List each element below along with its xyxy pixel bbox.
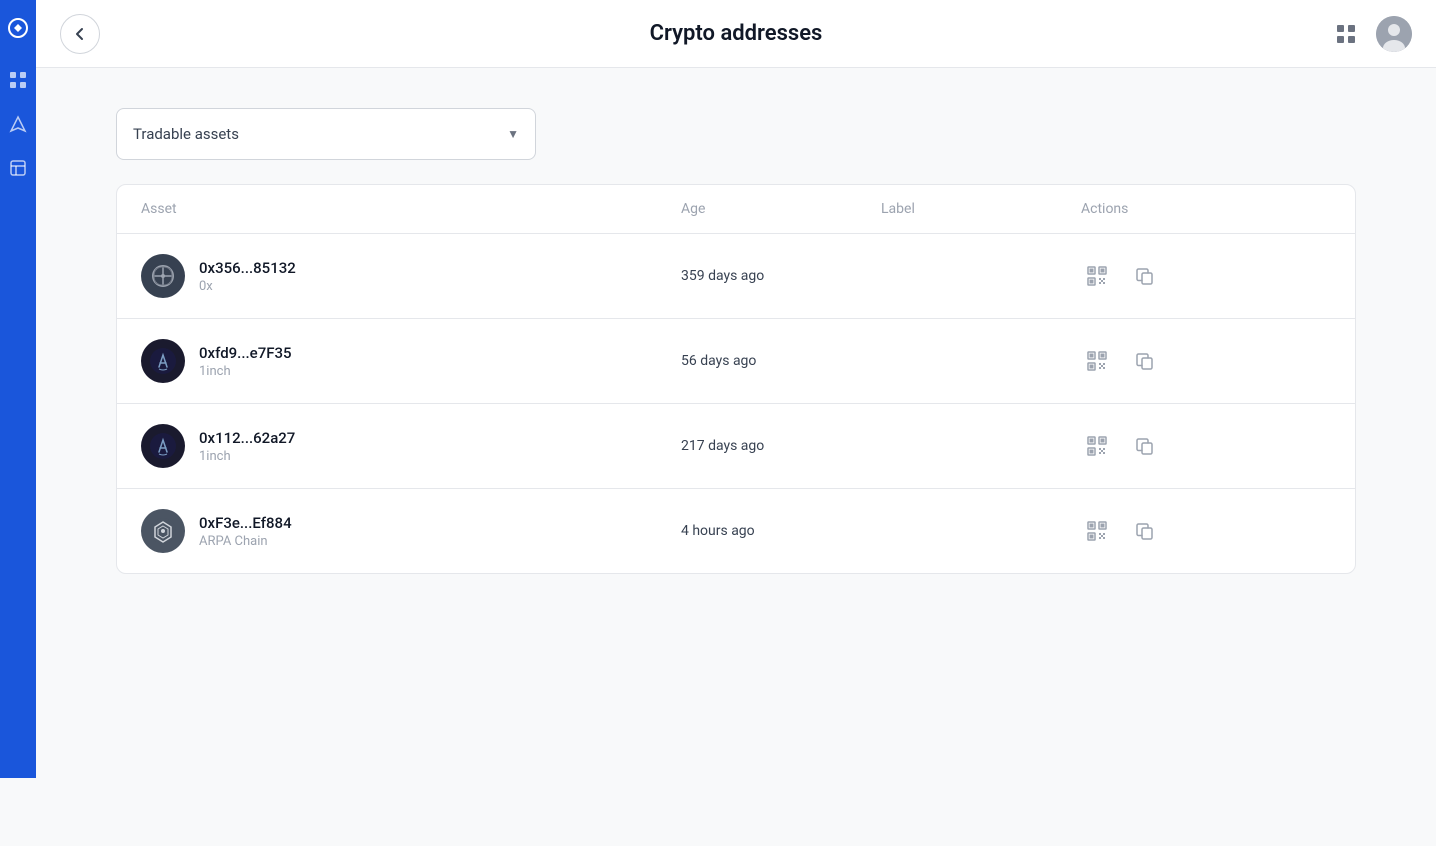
- asset-info-3: 0x112...62a27 1inch: [199, 429, 295, 464]
- actions-cell-3: [1081, 430, 1331, 462]
- column-age: Age: [681, 201, 881, 217]
- asset-icon-3: [141, 424, 185, 468]
- filter-container: Tradable assets ▼: [116, 108, 1356, 160]
- grid-icon-button[interactable]: [1328, 16, 1364, 52]
- actions-cell-4: [1081, 515, 1331, 547]
- table-row: 0x356...85132 0x 359 days ago: [117, 234, 1355, 319]
- asset-address-4: 0xF3e...Ef884: [199, 514, 292, 532]
- asset-icon-1: [141, 254, 185, 298]
- age-cell-2: 56 days ago: [681, 353, 881, 369]
- back-button[interactable]: [60, 14, 100, 54]
- page-title: Crypto addresses: [650, 21, 823, 46]
- qr-code-button-1[interactable]: [1081, 260, 1113, 292]
- asset-cell-3: 0x112...62a27 1inch: [141, 424, 681, 468]
- copy-button-3[interactable]: [1129, 430, 1161, 462]
- qr-code-button-4[interactable]: [1081, 515, 1113, 547]
- column-actions: Actions: [1081, 201, 1331, 217]
- column-asset: Asset: [141, 201, 681, 217]
- qr-code-button-2[interactable]: [1081, 345, 1113, 377]
- asset-address-1: 0x356...85132: [199, 259, 296, 277]
- table-row: 0xfd9...e7F35 1inch 56 days ago: [117, 319, 1355, 404]
- actions-cell-1: [1081, 260, 1331, 292]
- avatar[interactable]: [1376, 16, 1412, 52]
- asset-symbol-3: 1inch: [199, 449, 295, 464]
- asset-symbol-2: 1inch: [199, 364, 292, 379]
- asset-cell-4: 0xF3e...Ef884 ARPA Chain: [141, 509, 681, 553]
- asset-address-2: 0xfd9...e7F35: [199, 344, 292, 362]
- copy-button-1[interactable]: [1129, 260, 1161, 292]
- copy-button-4[interactable]: [1129, 515, 1161, 547]
- copy-button-2[interactable]: [1129, 345, 1161, 377]
- header: Crypto addresses: [36, 0, 1436, 68]
- age-cell-3: 217 days ago: [681, 438, 881, 454]
- age-cell-1: 359 days ago: [681, 268, 881, 284]
- main-content: Tradable assets ▼ Asset Age Label Action…: [36, 68, 1436, 614]
- sidebar-nav-item-1[interactable]: [4, 66, 32, 94]
- sidebar: [0, 0, 36, 778]
- asset-cell-2: 0xfd9...e7F35 1inch: [141, 339, 681, 383]
- table-row: 0x112...62a27 1inch 217 days ago: [117, 404, 1355, 489]
- asset-symbol-1: 0x: [199, 279, 296, 294]
- asset-icon-4: [141, 509, 185, 553]
- asset-symbol-4: ARPA Chain: [199, 534, 292, 549]
- actions-cell-2: [1081, 345, 1331, 377]
- asset-info-4: 0xF3e...Ef884 ARPA Chain: [199, 514, 292, 549]
- addresses-table: Asset Age Label Actions: [116, 184, 1356, 574]
- asset-icon-2: [141, 339, 185, 383]
- dropdown-label: Tradable assets: [133, 125, 239, 143]
- asset-info-1: 0x356...85132 0x: [199, 259, 296, 294]
- sidebar-nav: [4, 66, 32, 182]
- asset-address-3: 0x112...62a27: [199, 429, 295, 447]
- header-right: [1328, 16, 1412, 52]
- chevron-down-icon: ▼: [507, 127, 519, 141]
- sidebar-nav-item-3[interactable]: [4, 154, 32, 182]
- tradable-assets-dropdown[interactable]: Tradable assets ▼: [116, 108, 536, 160]
- table-header: Asset Age Label Actions: [117, 185, 1355, 234]
- sidebar-nav-item-2[interactable]: [4, 110, 32, 138]
- sidebar-logo: [0, 10, 36, 46]
- age-cell-4: 4 hours ago: [681, 523, 881, 539]
- qr-code-button-3[interactable]: [1081, 430, 1113, 462]
- column-label: Label: [881, 201, 1081, 217]
- asset-info-2: 0xfd9...e7F35 1inch: [199, 344, 292, 379]
- table-row: 0xF3e...Ef884 ARPA Chain 4 hours ago: [117, 489, 1355, 573]
- asset-cell-1: 0x356...85132 0x: [141, 254, 681, 298]
